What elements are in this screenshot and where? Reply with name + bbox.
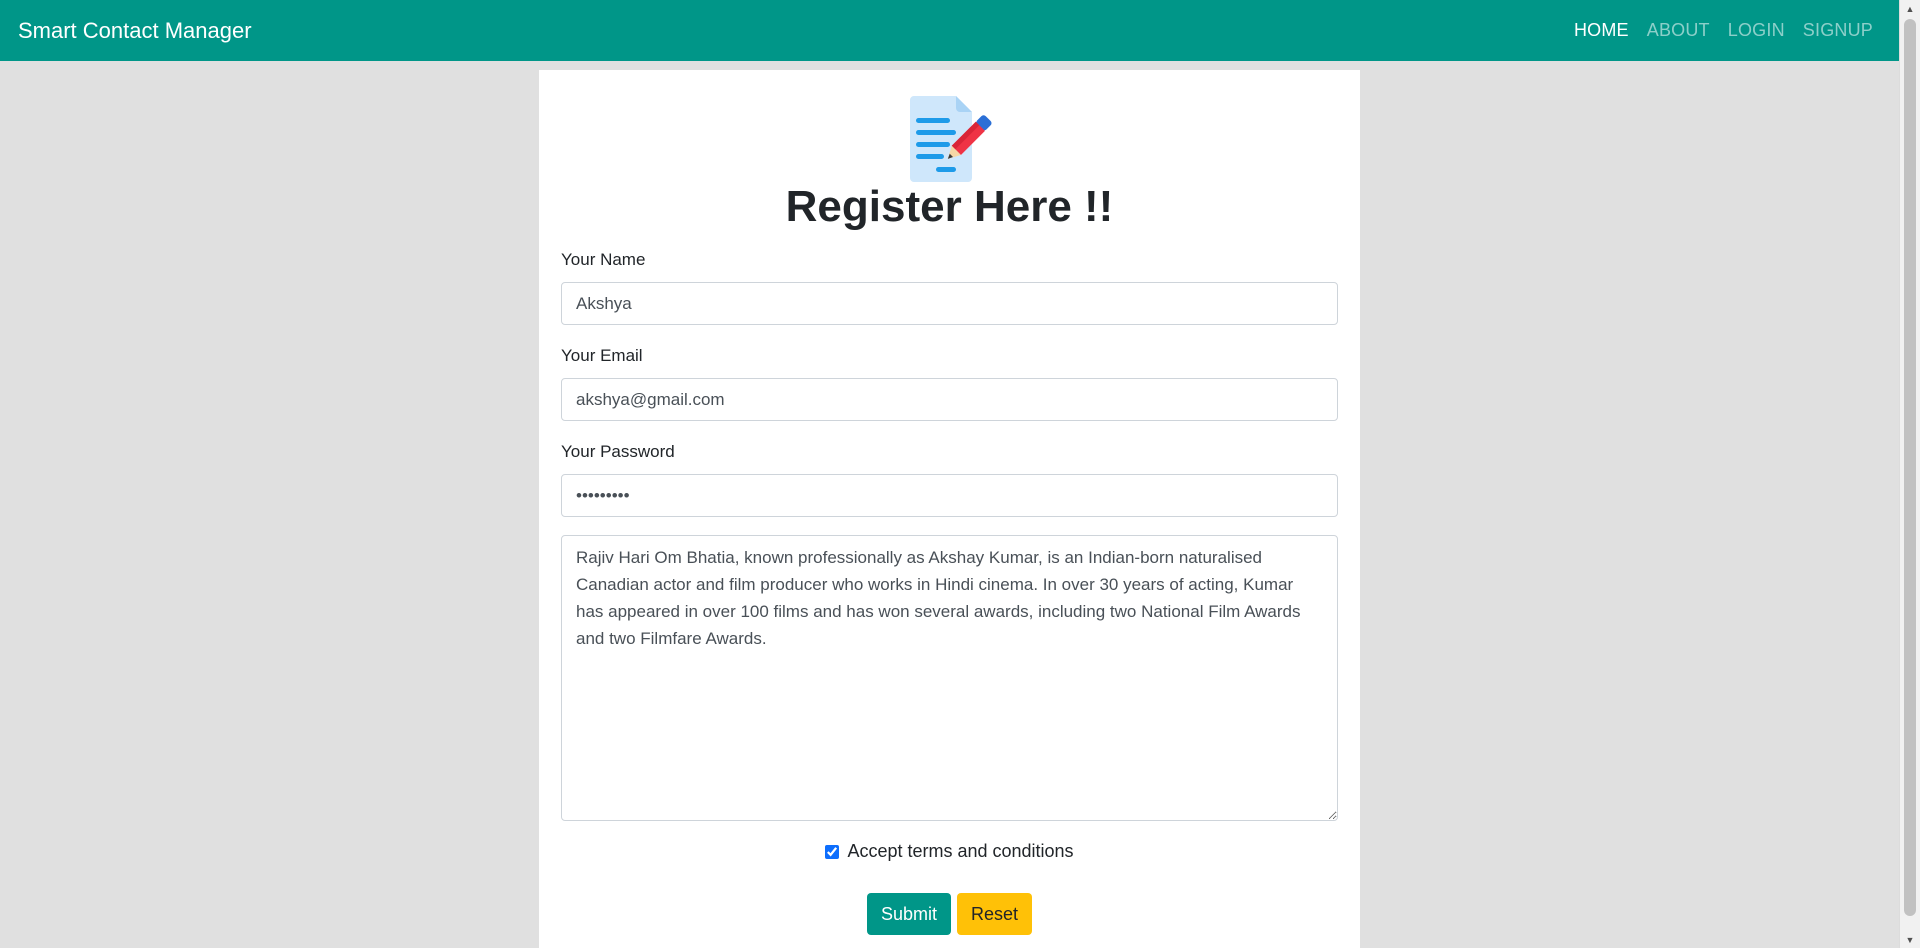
nav-link-home[interactable]: HOME [1574, 20, 1629, 41]
nav-link-about[interactable]: ABOUT [1647, 20, 1710, 41]
scroll-thumb[interactable] [1904, 19, 1916, 916]
password-input[interactable] [561, 474, 1338, 517]
reset-button[interactable]: Reset [957, 893, 1033, 935]
vertical-scrollbar[interactable]: ▲ ▼ [1899, 0, 1920, 948]
scroll-down-icon[interactable]: ▼ [1900, 931, 1920, 948]
page-title: Register Here !! [785, 182, 1114, 231]
name-input[interactable] [561, 282, 1338, 325]
submit-button[interactable]: Submit [866, 893, 951, 935]
register-card: Register Here !! Your Name Your Email Yo… [539, 70, 1360, 948]
navbar: Smart Contact Manager HOME ABOUT LOGIN S… [0, 0, 1899, 61]
name-label: Your Name [561, 250, 646, 269]
form-buttons: Submit Reset [539, 893, 1360, 935]
email-input[interactable] [561, 378, 1338, 421]
email-label: Your Email [561, 346, 643, 365]
page: Smart Contact Manager HOME ABOUT LOGIN S… [0, 0, 1920, 948]
nav-link-login[interactable]: LOGIN [1728, 20, 1785, 41]
terms-checkbox[interactable] [825, 844, 840, 859]
nav-links: HOME ABOUT LOGIN SIGNUP [1574, 20, 1873, 41]
brand-link[interactable]: Smart Contact Manager [18, 18, 252, 44]
about-textarea[interactable]: Rajiv Hari Om Bhatia, known professional… [561, 535, 1338, 821]
document-edit-icon [904, 92, 996, 184]
password-label: Your Password [561, 442, 675, 461]
nav-link-signup[interactable]: SIGNUP [1803, 20, 1873, 41]
terms-label: Accept terms and conditions [847, 841, 1074, 861]
terms-row: Accept terms and conditions [539, 841, 1360, 862]
scroll-up-icon[interactable]: ▲ [1900, 0, 1920, 17]
